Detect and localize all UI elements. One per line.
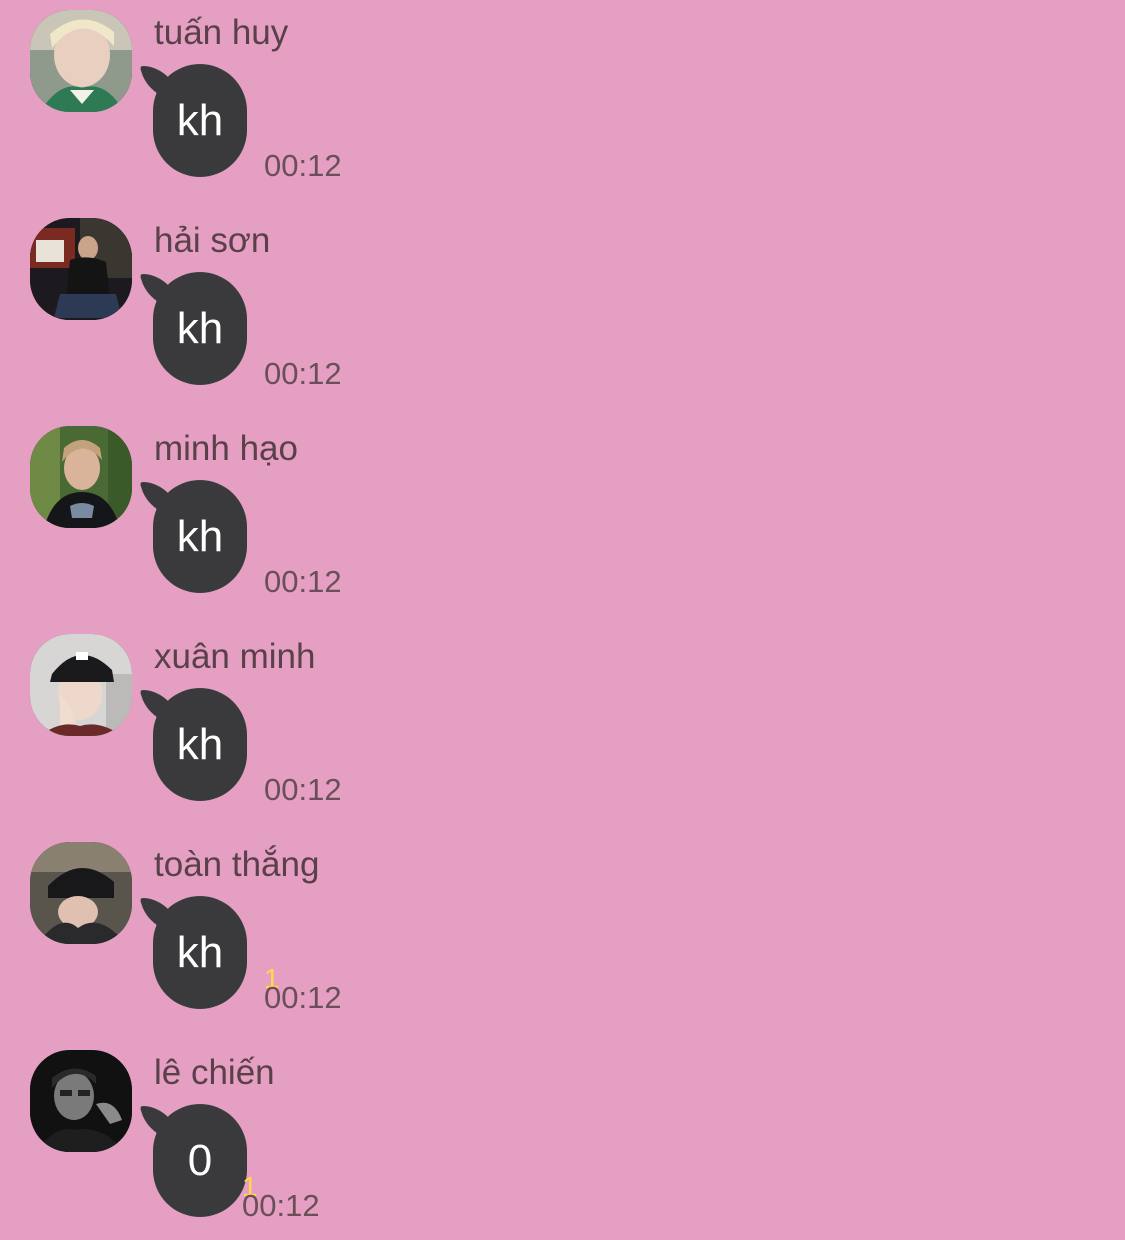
sender-name: tuấn huy <box>154 13 289 52</box>
chat-message-list[interactable]: tuấn huy kh 00:12 hải sơn kh 00:12 minh … <box>0 0 1125 1238</box>
message-bubble[interactable]: kh <box>153 480 247 593</box>
avatar[interactable] <box>30 1050 132 1152</box>
message-bubble[interactable]: 0 <box>153 1104 247 1217</box>
avatar-photo <box>30 10 132 112</box>
message-bubble[interactable]: kh <box>153 688 247 801</box>
chat-message: toàn thắng kh 1 00:12 <box>0 832 1125 1032</box>
message-time: 00:12 <box>264 980 342 1015</box>
avatar-photo <box>30 426 132 528</box>
avatar-photo <box>30 842 132 944</box>
avatar[interactable] <box>30 634 132 736</box>
sender-name: hải sơn <box>154 221 271 260</box>
avatar[interactable] <box>30 426 132 528</box>
sender-name: toàn thắng <box>154 845 320 884</box>
avatar[interactable] <box>30 218 132 320</box>
message-time: 00:12 <box>264 772 342 807</box>
avatar-photo <box>30 1050 132 1152</box>
message-time: 00:12 <box>264 148 342 183</box>
chat-message: lê chiến 0 1 00:12 <box>0 1040 1125 1240</box>
message-bubble[interactable]: kh <box>153 64 247 177</box>
avatar[interactable] <box>30 842 132 944</box>
message-time: 00:12 <box>264 356 342 391</box>
chat-message: xuân minh kh 00:12 <box>0 624 1125 824</box>
avatar-photo <box>30 218 132 320</box>
sender-name: xuân minh <box>154 637 316 676</box>
chat-message: minh hạo kh 00:12 <box>0 416 1125 616</box>
message-time: 00:12 <box>242 1188 320 1223</box>
message-time: 00:12 <box>264 564 342 599</box>
sender-name: minh hạo <box>154 429 298 468</box>
chat-message: hải sơn kh 00:12 <box>0 208 1125 408</box>
message-bubble[interactable]: kh <box>153 272 247 385</box>
chat-message: tuấn huy kh 00:12 <box>0 0 1125 200</box>
message-bubble[interactable]: kh <box>153 896 247 1009</box>
sender-name: lê chiến <box>154 1053 275 1092</box>
avatar-photo <box>30 634 132 736</box>
avatar[interactable] <box>30 10 132 112</box>
